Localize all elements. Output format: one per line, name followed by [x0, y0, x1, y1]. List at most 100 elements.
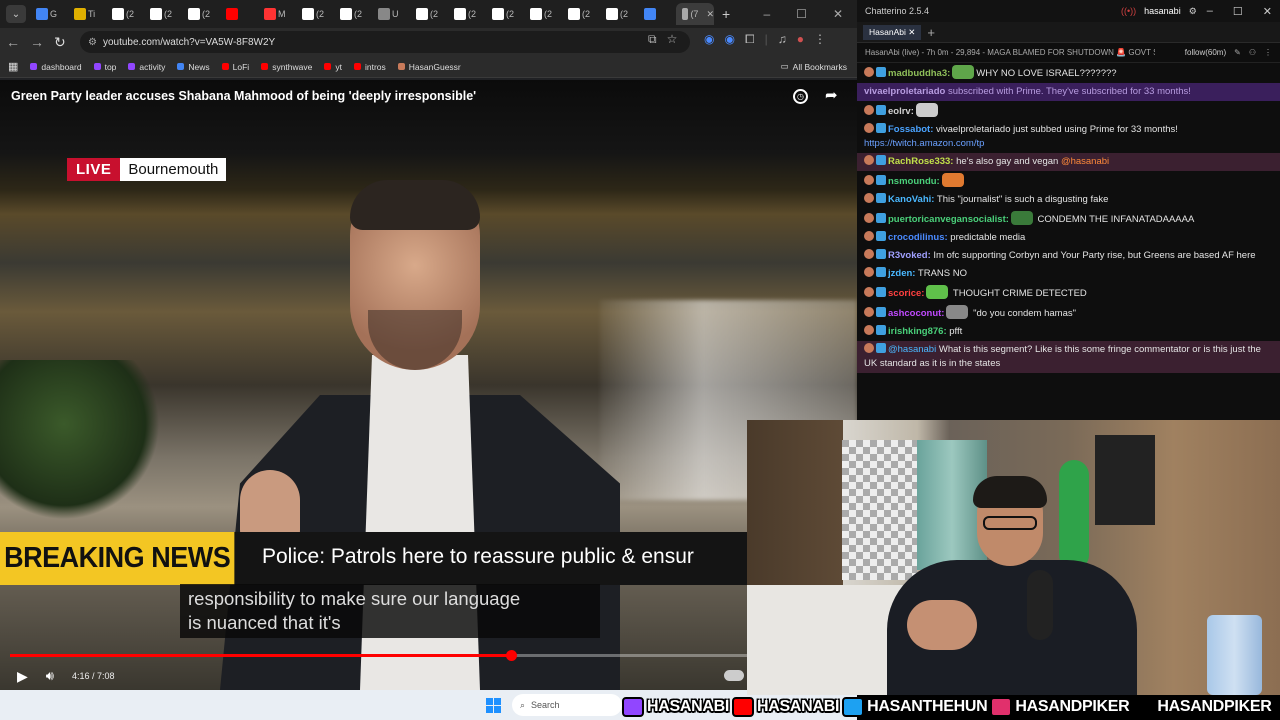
chat-tabs: HasanAbi ✕ + — [857, 22, 1280, 43]
mention[interactable]: @hasanabi — [888, 344, 936, 355]
chat-username[interactable]: crocodilinus: — [888, 232, 948, 243]
chat-username[interactable]: irishking876: — [888, 326, 947, 337]
bookmark-icon — [177, 63, 185, 70]
caption-line: responsibility to make sure our language — [188, 588, 521, 609]
browser-tab[interactable]: Ti — [68, 3, 106, 25]
browser-tab[interactable] — [638, 3, 676, 25]
bookmark-item[interactable]: LoFi — [221, 62, 249, 72]
add-tab-button[interactable]: + — [927, 25, 935, 40]
browser-window: ⌄ G Ti (2 (2 (2 M (2 (2 U (2 (2 (2 (2 (2 (2 (7 ✕ + – ☐ ✕… — [0, 0, 857, 720]
progress-bar[interactable] — [10, 650, 747, 661]
bookmark-item[interactable]: News — [177, 62, 210, 72]
browser-tab[interactable]: (2 — [524, 3, 562, 25]
cast-icon[interactable]: ⧉ — [648, 32, 657, 47]
video-title[interactable]: Green Party leader accuses Shabana Mahmo… — [11, 89, 476, 103]
more-icon[interactable]: ⋮ — [1264, 48, 1272, 57]
browser-tab[interactable]: (2 — [562, 3, 600, 25]
extensions-puzzle-icon[interactable]: ⧠ — [745, 32, 755, 47]
chat-username[interactable]: madbuddha3: — [888, 68, 950, 79]
chat-username[interactable]: puertoricanvegansocialist: — [888, 214, 1009, 225]
bookmark-item[interactable]: dashboard — [30, 62, 82, 72]
bookmark-item[interactable]: intros — [354, 62, 386, 72]
browser-tab[interactable]: (2 — [182, 3, 220, 25]
social-handle: HASANABI — [622, 696, 729, 717]
browser-tab[interactable]: (2 — [106, 3, 144, 25]
autoplay-toggle[interactable] — [724, 670, 744, 681]
watch-later-icon[interactable]: ◷ — [793, 89, 808, 104]
browser-tab[interactable]: (2 — [410, 3, 448, 25]
taskbar-search[interactable]: ⌕ Search — [512, 694, 622, 716]
chat-username[interactable]: RachRose333: — [888, 156, 953, 167]
chat-username[interactable]: Fossabot: — [888, 124, 933, 135]
close-tab-icon[interactable]: ✕ — [706, 9, 714, 20]
chat-username[interactable]: eolrv: — [888, 106, 914, 117]
chat-link[interactable]: https://twitch.amazon.com/tp — [864, 138, 984, 149]
browser-tab[interactable]: (2 — [600, 3, 638, 25]
media-icon[interactable]: ♫ — [778, 32, 787, 47]
window-controls: – ☐ ✕ — [763, 7, 857, 21]
chat-username[interactable]: scorice: — [888, 288, 924, 299]
bookmark-star-icon[interactable]: ☆ — [667, 32, 678, 47]
new-tab-button[interactable]: + — [722, 6, 730, 22]
mention[interactable]: @hasanabi — [1061, 156, 1109, 167]
settings-gear-icon[interactable]: ⚙ — [1189, 6, 1197, 17]
all-bookmarks[interactable]: ▭ All Bookmarks — [781, 61, 857, 72]
tab-search-button[interactable]: ⌄ — [6, 5, 26, 23]
account-name[interactable]: hasanabi — [1144, 6, 1181, 16]
site-info-icon[interactable]: ⚙ — [88, 37, 97, 48]
browser-tab[interactable]: (2 — [144, 3, 182, 25]
tab-label: (2 — [126, 9, 135, 19]
browser-tab[interactable] — [220, 3, 258, 25]
minimize-button[interactable]: – — [1207, 5, 1213, 18]
browser-tab[interactable]: (7 ✕ — [676, 3, 714, 25]
apps-grid-icon[interactable]: ▦ — [8, 60, 18, 73]
bookmark-item[interactable]: top — [93, 62, 116, 72]
maximize-button[interactable]: ☐ — [796, 7, 807, 21]
play-icon[interactable]: ▶ — [17, 668, 28, 685]
bookmark-item[interactable]: synthwave — [261, 62, 312, 72]
bookmark-item[interactable]: activity — [128, 62, 165, 72]
chat-text: pfft — [946, 326, 963, 337]
chat-username[interactable]: R3voked: — [888, 250, 931, 261]
close-button[interactable]: ✕ — [833, 7, 843, 21]
windows-start-icon[interactable] — [486, 698, 501, 713]
users-icon[interactable]: ⚇ — [1249, 48, 1256, 57]
profile-avatar[interactable]: ● — [797, 32, 804, 47]
volume-icon[interactable]: 🔊︎ — [46, 668, 54, 684]
minimize-button[interactable]: – — [763, 7, 770, 21]
back-icon[interactable]: ← — [6, 34, 20, 50]
maximize-button[interactable]: ☐ — [1233, 5, 1243, 18]
close-button[interactable]: ✕ — [1263, 5, 1272, 18]
chat-username[interactable]: vivaelproletariado — [864, 86, 945, 97]
bookmark-item[interactable]: yt — [324, 62, 342, 72]
browser-tab[interactable]: (2 — [334, 3, 372, 25]
reload-icon[interactable]: ↻ — [54, 34, 66, 51]
share-icon[interactable]: ➦ — [825, 86, 838, 104]
shirt — [360, 355, 480, 690]
edit-icon[interactable]: ✎ — [1234, 48, 1241, 57]
address-bar-actions: ⧉ ☆ — [648, 32, 677, 47]
close-icon[interactable]: ✕ — [908, 27, 915, 37]
tab-hasanabi[interactable]: HasanAbi ✕ — [863, 24, 922, 40]
browser-tab[interactable]: (2 — [486, 3, 524, 25]
browser-tab[interactable]: (2 — [296, 3, 334, 25]
forward-icon[interactable]: → — [30, 34, 44, 50]
browser-tab[interactable]: G — [30, 3, 68, 25]
progress-fill — [10, 654, 512, 657]
video-player[interactable]: Green Party leader accuses Shabana Mahmo… — [0, 80, 857, 690]
menu-icon[interactable]: ⋮ — [814, 32, 826, 47]
bookmark-item[interactable]: HasanGuessr — [397, 62, 461, 72]
browser-tab[interactable]: (2 — [448, 3, 486, 25]
address-bar[interactable]: ⚙ youtube.com/watch?v=VA5W-8F8W2Y — [80, 31, 690, 53]
browser-tab[interactable]: U — [372, 3, 410, 25]
follow-mode[interactable]: follow(60m) — [1185, 48, 1226, 57]
chat-message: vivaelproletariado subscribed with Prime… — [857, 83, 1280, 101]
browser-tab[interactable]: M — [258, 3, 296, 25]
chat-username[interactable]: jzden: — [888, 268, 915, 279]
chat-username[interactable]: nsmoundu: — [888, 176, 940, 187]
chat-username[interactable]: ashcoconut: — [888, 308, 944, 319]
extension-icon[interactable]: ◉ — [704, 32, 714, 47]
extension-icon[interactable]: ◉ — [724, 32, 734, 47]
bookmark-icon — [93, 63, 101, 70]
chat-username[interactable]: KanoVahi: — [888, 194, 934, 205]
